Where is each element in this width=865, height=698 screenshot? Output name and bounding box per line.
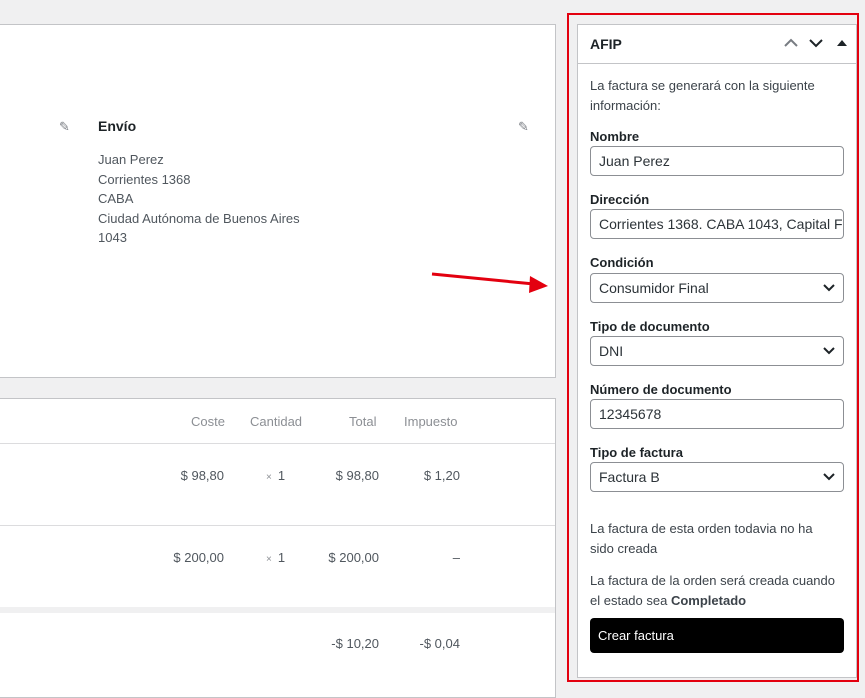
edit-shipping-pencil-icon[interactable]: ✎	[518, 120, 529, 133]
tipo-documento-select[interactable]: DNI	[590, 336, 844, 366]
items-table-header: Coste Cantidad Total Impuesto	[0, 399, 555, 443]
table-row: $ 200,00 × 1 $ 200,00 –	[0, 525, 555, 607]
discount-tax: -$ 0,04	[419, 636, 460, 651]
invoice-created-when-note: La factura de la orden será creada cuand…	[590, 571, 840, 610]
order-items-panel: Coste Cantidad Total Impuesto $ 98,80 × 1…	[0, 398, 556, 698]
shipping-city: CABA	[98, 191, 134, 207]
invoice-not-created-note: La factura de esta orden todavia no ha s…	[590, 521, 813, 556]
direccion-input[interactable]: Corrientes 1368. CABA 1043, Capital Fede…	[590, 209, 844, 239]
col-total-header: Total	[349, 414, 377, 429]
col-qty-header: Cantidad	[250, 414, 303, 429]
discount-total: -$ 10,20	[331, 636, 379, 651]
afip-intro-text: La factura se generará con la siguiente …	[590, 78, 815, 113]
item-tax: $ 1,20	[423, 468, 460, 483]
numero-documento-label: Número de documento	[590, 382, 732, 397]
item-qty: 1	[277, 550, 286, 565]
tipo-factura-select[interactable]: Factura B	[590, 462, 844, 492]
table-row-discount: -$ 10,20 -$ 0,04	[0, 607, 555, 689]
chevron-down-icon	[823, 473, 835, 481]
item-cost: $ 200,00	[173, 550, 224, 565]
collapse-triangle-icon[interactable]	[834, 35, 850, 51]
item-tax: –	[452, 550, 460, 565]
tipo-documento-label: Tipo de documento	[590, 319, 710, 334]
move-down-chevron-icon[interactable]	[808, 35, 824, 51]
red-arrow-annotation	[431, 272, 548, 293]
invoice-status-completed: Completado	[670, 592, 747, 608]
shipping-postcode: 1043	[98, 230, 127, 246]
nombre-label: Nombre	[590, 129, 640, 144]
item-total: $ 200,00	[328, 550, 379, 565]
tipo-factura-selected-value: Factura B	[599, 469, 660, 485]
shipping-state: Ciudad Autónoma de Buenos Aires	[98, 210, 300, 226]
table-row: $ 98,80 × 1 $ 98,80 $ 1,20	[0, 443, 555, 525]
col-tax-header: Impuesto	[404, 414, 458, 429]
col-cost-header: Coste	[191, 414, 225, 429]
times-icon: ×	[266, 554, 272, 565]
shipping-address: Juan Perez Corrientes 1368 CABA Ciudad A…	[98, 150, 300, 248]
afip-title: AFIP	[590, 36, 622, 52]
condicion-label: Condición	[590, 255, 654, 270]
numero-documento-input[interactable]: 12345678	[590, 399, 844, 429]
afip-header: AFIP	[578, 25, 856, 64]
chevron-down-icon	[823, 347, 835, 355]
item-total: $ 98,80	[335, 468, 379, 483]
order-address-panel: ✎ Envío ✎ Juan Perez Corrientes 1368 CAB…	[0, 24, 556, 378]
condicion-select[interactable]: Consumidor Final	[590, 273, 844, 303]
item-qty: 1	[277, 468, 286, 483]
shipping-name: Juan Perez	[98, 152, 164, 167]
tipo-factura-label: Tipo de factura	[590, 445, 683, 460]
shipping-street: Corrientes 1368	[98, 171, 191, 187]
shipping-title: Envío	[98, 118, 137, 134]
edit-billing-pencil-icon[interactable]: ✎	[59, 120, 70, 133]
tipo-documento-selected-value: DNI	[599, 343, 624, 359]
afip-metabox: AFIP La factura se generará con la sigui…	[577, 24, 857, 678]
move-up-chevron-icon[interactable]	[783, 35, 799, 51]
nombre-input[interactable]: Juan Perez	[590, 146, 844, 176]
times-icon: ×	[266, 472, 272, 483]
chevron-down-icon	[823, 284, 835, 292]
item-cost: $ 98,80	[180, 468, 224, 483]
create-invoice-button[interactable]: Crear factura	[590, 618, 844, 653]
direccion-label: Dirección	[590, 192, 650, 207]
condicion-selected-value: Consumidor Final	[599, 280, 709, 296]
